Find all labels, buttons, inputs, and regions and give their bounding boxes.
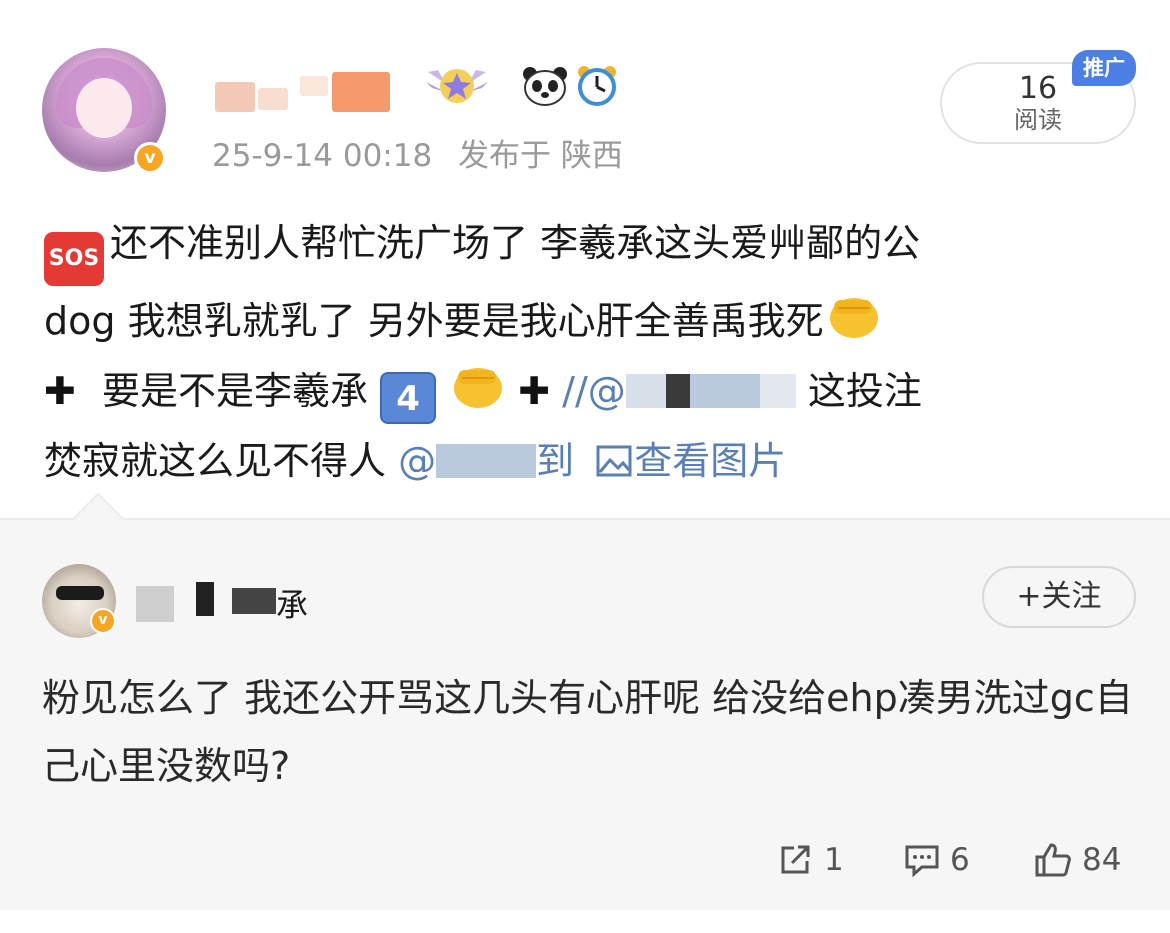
commenter-name-redacted <box>196 582 214 616</box>
post-line-1: SOS 还不准别人帮忙洗广场了 李羲承这头爱艸鄙的公 <box>44 208 1134 286</box>
sunglasses <box>56 586 104 600</box>
view-images-label: 查看图片 <box>634 439 787 483</box>
post-text-segment: 焚寂就这么见不得人 <box>44 439 387 483</box>
post-line-2: dog 我想乳就乳了 另外要是我心肝全善禹我死 <box>44 286 1134 356</box>
mention-prefix: @ <box>398 439 437 483</box>
like-action[interactable]: 84 <box>1034 840 1121 880</box>
redacted-mention <box>436 444 537 478</box>
plus-icon: ✚ <box>44 369 76 413</box>
comment-action[interactable]: 6 <box>904 840 970 880</box>
bottom-divider <box>0 910 1170 933</box>
alarm-clock-icon <box>578 66 616 106</box>
redacted-mention <box>665 374 690 408</box>
thumbs-up-icon <box>1035 843 1071 877</box>
post-location: 发布于 陕西 <box>458 138 623 174</box>
commenter-name-redacted <box>232 588 276 614</box>
sos-icon: SOS <box>44 232 104 286</box>
post-meta: 25-9-14 00:18 发布于 陕西 <box>212 130 623 175</box>
view-images-link[interactable]: 查看图片 <box>596 439 786 483</box>
repost-prefix: //@ <box>562 369 626 413</box>
image-icon <box>596 445 632 477</box>
redacted-mention <box>689 374 760 408</box>
fist-icon <box>454 368 503 408</box>
comment-text: 粉见怎么了 我还公开骂这几头有心肝呢 给没给ehp凑男洗过gc自己心里没数吗? <box>42 676 1133 788</box>
promo-badge[interactable]: 推广 <box>1072 50 1136 86</box>
commenter-name-suffix: 承 <box>276 586 309 624</box>
like-count: 84 <box>1082 842 1122 878</box>
mention-link[interactable]: //@ <box>562 369 796 413</box>
share-count: 1 <box>824 842 844 878</box>
verified-icon: v <box>90 608 116 634</box>
post-line-4: 焚寂就这么见不得人 @ 到 查看图片 <box>44 426 1134 496</box>
author-name-redacted <box>258 88 288 110</box>
avatar-face <box>76 78 132 138</box>
author-name-redacted[interactable] <box>215 82 255 112</box>
post-text: SOS 还不准别人帮忙洗广场了 李羲承这头爱艸鄙的公 dog 我想乳就乳了 另外要… <box>44 208 1134 496</box>
post-text-segment: 还不准别人帮忙洗广场了 李羲承这头爱艸鄙的公 <box>110 221 921 265</box>
post-card: v 25-9-14 00:18 发布于 陕西 16 阅读 推广 SOS 还不准别人… <box>0 0 1170 518</box>
post-text-segment: 这投注 <box>807 369 922 413</box>
plus-icon: ✚ <box>518 369 551 413</box>
follow-button[interactable]: +关注 <box>982 566 1136 628</box>
post-text-segment: dog 我想乳就乳了 另外要是我心肝全善禹我死 <box>44 299 824 343</box>
share-icon <box>781 845 810 874</box>
verified-icon: v <box>134 142 166 174</box>
post-timestamp: 25-9-14 00:18 <box>212 138 433 174</box>
comment-icon <box>905 845 939 877</box>
panda-icon <box>523 67 567 106</box>
post-text-segment: 要是不是李羲承 <box>101 369 368 413</box>
wing-badge-icon[interactable] <box>424 62 490 108</box>
author-name-redacted <box>332 72 390 112</box>
redacted-mention <box>625 374 666 408</box>
post-line-3: ✚ 要是不是李羲承 4 ✚ //@ 这投注 <box>44 356 1134 426</box>
fist-icon <box>829 298 878 338</box>
commenter-name-redacted[interactable] <box>136 586 174 622</box>
share-action[interactable]: 1 <box>778 840 844 880</box>
redacted-mention <box>759 374 796 408</box>
mention-link[interactable]: @ 到 <box>398 439 574 483</box>
keycap-4-icon: 4 <box>380 372 437 424</box>
comment-count: 6 <box>950 842 970 878</box>
mention-suffix: 到 <box>536 439 575 483</box>
views-label: 阅读 <box>1014 106 1062 134</box>
author-name-redacted <box>300 76 328 96</box>
